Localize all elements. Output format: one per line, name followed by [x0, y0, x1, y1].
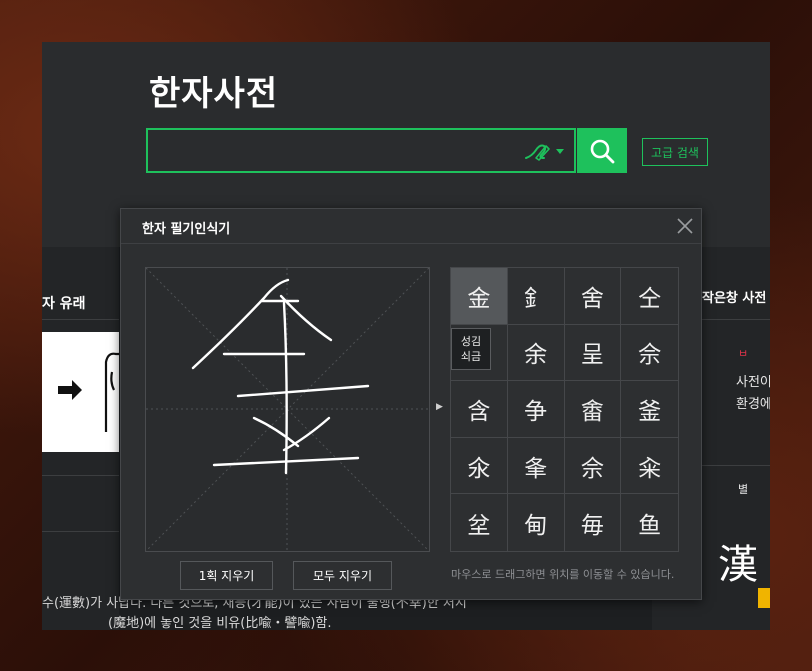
candidate-char[interactable]: 坌 [451, 494, 508, 551]
candidate-char[interactable]: 畬 [564, 381, 622, 438]
handwritten-strokes [191, 278, 370, 475]
left-panel: 자 유래 [42, 247, 119, 630]
meaning-text-2: (魔地)에 놓인 것을 비유(比喩・譬喩)함. [108, 616, 332, 630]
drag-hint: 마우스로 드래그하면 위치를 이동할 수 있습니다. [451, 568, 675, 581]
new-mark: ㅂ [738, 347, 749, 360]
clear-all-button[interactable]: 모두 지우기 [293, 561, 392, 590]
handwriting-toggle[interactable] [522, 138, 568, 164]
tooltip-meaning: 쇠금 [460, 350, 482, 363]
candidate-grid: 金 釒 舍 仝 余 呈 佘 含 争 畬 釜 氽 夆 佘 籴 坌 甸 毎 鱼 [450, 267, 679, 552]
hanja-logo: 漢 [718, 542, 758, 588]
candidate-char[interactable]: 佘 [564, 437, 622, 495]
search-button[interactable] [577, 128, 627, 173]
candidate-char[interactable]: 含 [451, 381, 508, 438]
search-box [146, 128, 576, 173]
candidate-char[interactable]: 毎 [565, 494, 622, 551]
tooltip-reading: 성김 [460, 335, 482, 348]
candidate-char[interactable]: 釒 [507, 268, 565, 325]
candidate-char[interactable]: 呈 [564, 324, 622, 382]
section-label: 별 [738, 483, 749, 496]
divider [42, 531, 119, 532]
popup-header: 한자 필기인식기 [121, 209, 701, 244]
candidate-char[interactable]: 籴 [621, 438, 678, 495]
small-window-dictionary-label[interactable]: 작은창 사전 [702, 287, 766, 306]
handwriting-pen-icon [525, 144, 564, 161]
candidate-char[interactable]: 争 [507, 381, 565, 438]
undo-stroke-button[interactable]: 1획 지우기 [180, 561, 273, 590]
handwriting-recognizer-popup: 한자 필기인식기 ▶ 金 釒 舍 仝 余 呈 佘 含 争 畬 釜 氽 夆 佘 籴… [120, 208, 702, 600]
close-button[interactable] [675, 216, 695, 236]
candidate-char[interactable]: 余 [507, 324, 565, 382]
candidate-char[interactable]: 舍 [564, 268, 622, 325]
notice-text-2: 환경에 따른 [736, 397, 770, 412]
advanced-search-button[interactable]: 고급 검색 [642, 138, 708, 166]
candidate-char[interactable]: 甸 [508, 494, 565, 551]
origin-illustration [42, 332, 119, 452]
candidate-char[interactable]: 仝 [621, 268, 678, 325]
candidate-char[interactable]: 金 [451, 268, 508, 325]
caret-down-icon [556, 149, 564, 154]
close-icon [677, 218, 693, 234]
candidate-char[interactable]: 氽 [451, 437, 508, 495]
candidate-char[interactable]: 釜 [621, 381, 678, 438]
page-title: 한자사전 [149, 74, 279, 114]
candidate-tooltip: 성김 쇠금 [451, 328, 491, 370]
candidate-char[interactable]: 鱼 [621, 494, 678, 551]
hanja-logo-accent [758, 588, 770, 608]
notice-text-1: 사전이 새롭 [736, 375, 770, 390]
popup-title: 한자 필기인식기 [142, 222, 231, 237]
candidate-char[interactable]: 夆 [507, 437, 565, 495]
handwriting-canvas[interactable] [145, 267, 430, 552]
search-input[interactable] [154, 134, 518, 169]
divider [42, 319, 119, 320]
candidate-char[interactable]: 佘 [621, 325, 678, 382]
arrow-right-icon: ▶ [436, 402, 443, 412]
search-icon [590, 139, 615, 163]
origin-heading: 자 유래 [42, 296, 86, 312]
divider [42, 475, 119, 476]
